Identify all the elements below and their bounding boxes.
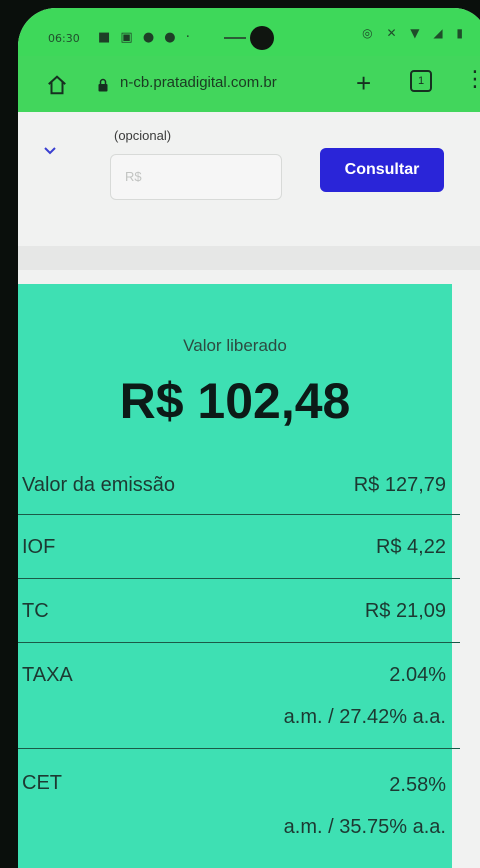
row-subvalue: a.m. / 35.75% a.a. [283, 816, 446, 838]
row-subvalue: a.m. / 27.42% a.a. [283, 706, 446, 728]
table-row: IOF R$ 4,22 [18, 516, 460, 579]
row-value: R$ 21,09 [364, 600, 446, 622]
row-label: TAXA [22, 664, 73, 686]
chevron-down-icon[interactable] [42, 144, 58, 156]
tab-switcher-button[interactable]: 1 [410, 70, 432, 92]
row-value: 2.04% [389, 664, 446, 686]
home-icon[interactable] [46, 74, 68, 96]
status-time: 06:30 [48, 32, 80, 45]
row-label: Valor da emissão [22, 474, 176, 496]
consult-button[interactable]: Consultar [320, 148, 444, 192]
released-amount: R$ 102,48 [119, 373, 351, 429]
row-label: CET [22, 772, 62, 794]
row-value: R$ 127,79 [353, 474, 446, 496]
new-tab-plus-icon[interactable]: + [356, 68, 371, 99]
table-row: TC R$ 21,09 [18, 580, 460, 643]
amount-input[interactable]: R$ [110, 154, 282, 200]
lock-icon [98, 78, 108, 92]
row-value: R$ 4,22 [375, 536, 446, 558]
released-label: Valor liberado [183, 336, 287, 355]
table-row: Valor da emissão R$ 127,79 [18, 460, 460, 515]
browser-menu-icon[interactable]: ⋮ [464, 66, 480, 92]
notification-icons: ■ ▣ ● ● · [98, 30, 193, 45]
camera-line-icon [224, 37, 246, 39]
result-card: Valor liberado R$ 102,48 Valor da emissã… [18, 284, 460, 868]
phone-screen: 06:30 ■ ▣ ● ● · ◎ ✕ ▼ ◢ ▮ n-cb.pratadigi… [18, 8, 480, 868]
divider [18, 246, 480, 270]
row-label: IOF [22, 536, 56, 558]
camera-icon [250, 26, 274, 50]
table-row: CET 2.58% a.m. / 35.75% a.a. [18, 750, 460, 868]
amount-placeholder: R$ [125, 169, 142, 184]
url-bar[interactable]: n-cb.pratadigital.com.br [120, 74, 277, 91]
web-page: (opcional) R$ Consultar Valor liberado R… [18, 112, 480, 868]
status-bar: 06:30 ■ ▣ ● ● · ◎ ✕ ▼ ◢ ▮ [18, 8, 480, 58]
row-label: TC [22, 600, 49, 622]
row-value: 2.58% [389, 774, 446, 796]
system-icons: ◎ ✕ ▼ ◢ ▮ [362, 26, 468, 40]
table-row: TAXA 2.04% a.m. / 27.42% a.a. [18, 644, 460, 749]
optional-label: (opcional) [114, 128, 172, 143]
browser-toolbar: n-cb.pratadigital.com.br + 1 ⋮ [18, 56, 480, 112]
